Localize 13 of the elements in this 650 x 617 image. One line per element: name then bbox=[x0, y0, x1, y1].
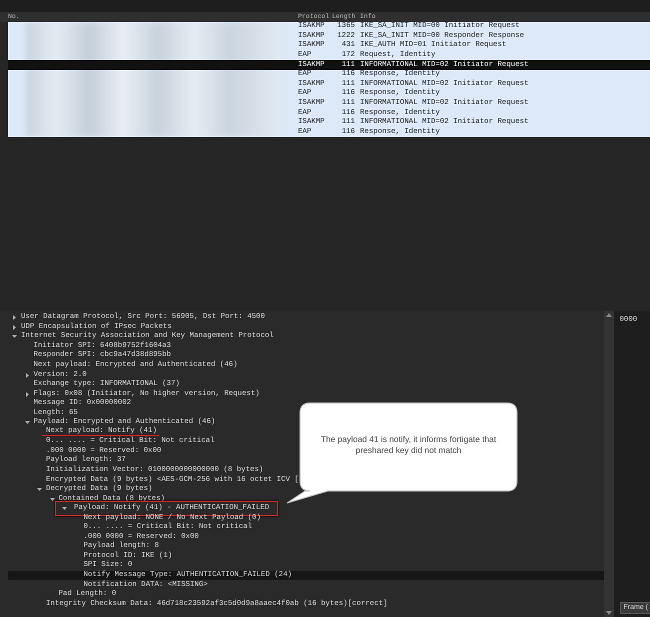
expanded-arrow-icon[interactable] bbox=[37, 487, 42, 492]
expanded-arrow-icon[interactable] bbox=[12, 334, 17, 340]
expanded-arrow-icon[interactable] bbox=[62, 506, 67, 512]
collapsed-arrow-icon[interactable] bbox=[24, 392, 30, 397]
collapsed-arrow-icon[interactable] bbox=[24, 372, 30, 378]
scrollbar[interactable] bbox=[604, 311, 614, 617]
expanded-arrow-icon[interactable] bbox=[50, 496, 54, 502]
callout-text: The payload 41 is notify, it informs fortigate that preshared key did not match bbox=[320, 434, 498, 456]
collapsed-arrow-icon[interactable] bbox=[12, 315, 17, 320]
scroll-up-icon[interactable] bbox=[606, 313, 612, 317]
collapsed-arrow-icon[interactable] bbox=[12, 324, 17, 330]
scroll-down-icon[interactable] bbox=[606, 611, 612, 615]
expanded-arrow-icon[interactable] bbox=[24, 420, 30, 426]
